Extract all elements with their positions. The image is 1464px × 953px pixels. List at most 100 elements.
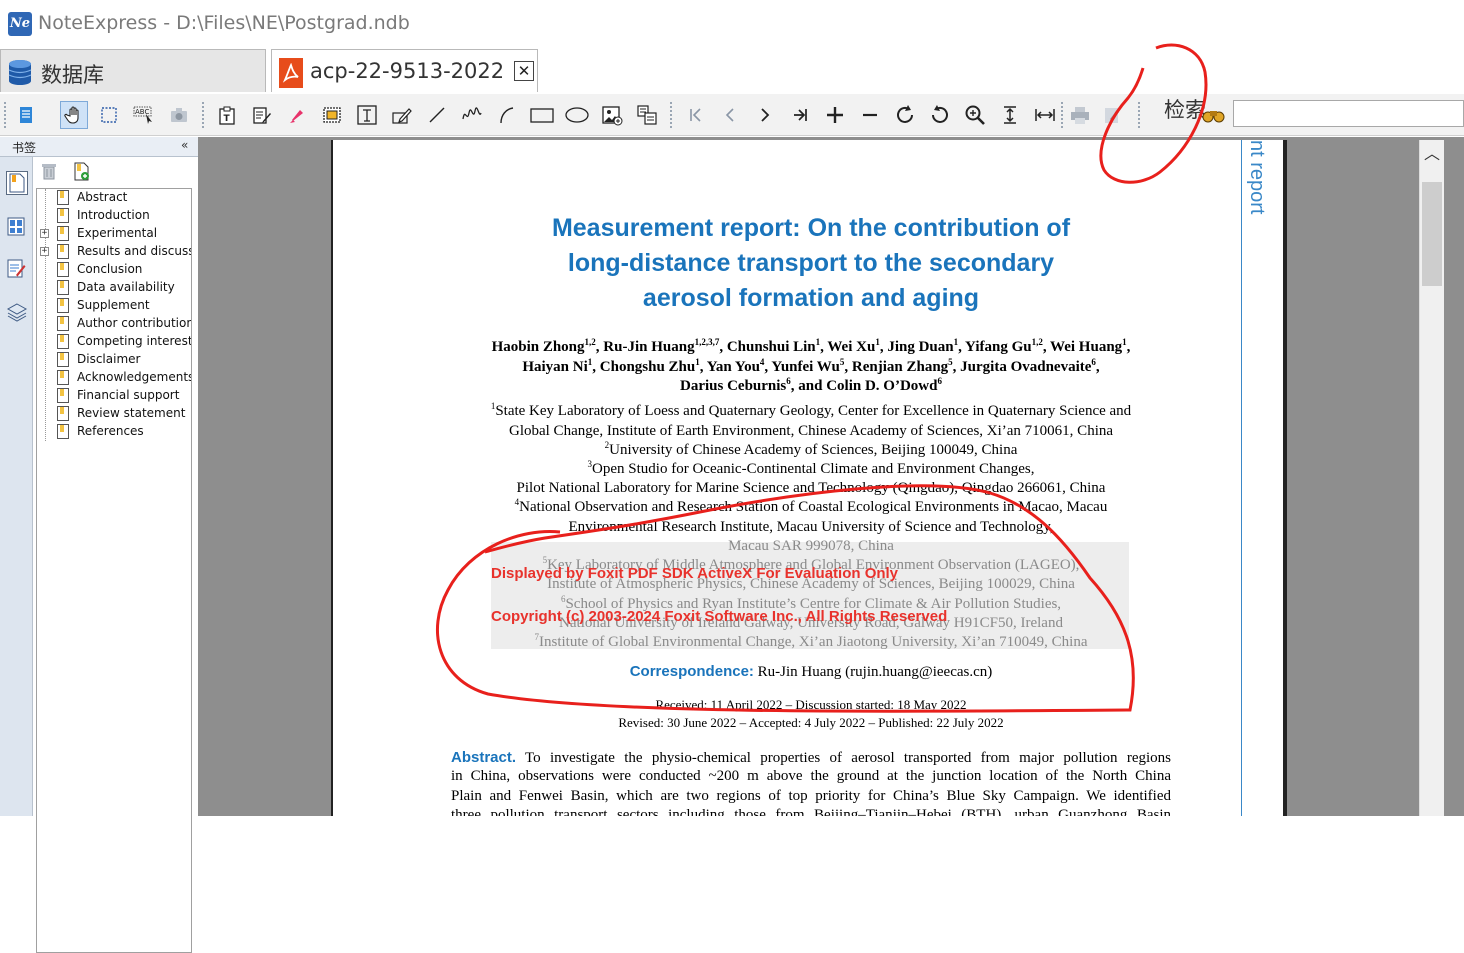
magnifier-icon[interactable]: [961, 101, 989, 129]
affiliation-line: 2University of Chinese Academy of Scienc…: [604, 440, 1018, 459]
bookmark-label: References: [77, 424, 144, 438]
select-area-icon[interactable]: [95, 101, 123, 129]
tab-bar: 数据库 acp-22-9513-2022 ✕: [0, 47, 1464, 94]
zoom-out-icon[interactable]: [856, 101, 884, 129]
rotate-clockwise-icon[interactable]: [891, 101, 919, 129]
ellipse-tool-icon[interactable]: [563, 101, 591, 129]
abstract-label: Abstract.: [451, 749, 517, 766]
bookmark-item[interactable]: Introduction: [37, 207, 191, 225]
paper-title-line: long-distance transport to the secondary: [567, 249, 1055, 277]
annotation-view-icon[interactable]: [6, 257, 28, 281]
line-tool-icon[interactable]: [423, 101, 451, 129]
expand-icon[interactable]: +: [40, 229, 49, 238]
affiliation-line: 1State Key Laboratory of Loess and Quate…: [490, 401, 1132, 420]
fit-height-icon[interactable]: [996, 101, 1024, 129]
scroll-thumb[interactable]: [1422, 182, 1442, 286]
rectangle-tool-icon[interactable]: [528, 101, 556, 129]
tab-pdf-label: acp-22-9513-2022: [310, 59, 505, 83]
bookmark-panel-header: 书签 «: [0, 137, 198, 157]
correspondence-label: Correspondence:: [629, 663, 754, 680]
abstract-line: in China, observations were conducted ~2…: [451, 768, 1171, 784]
snapshot-icon[interactable]: [165, 101, 193, 129]
tab-pdf-document[interactable]: acp-22-9513-2022 ✕: [271, 49, 538, 92]
side-navigation-rail: [0, 157, 33, 816]
title-bar: Ne NoteExpress - D:\Files\NE\Postgrad.nd…: [0, 0, 1464, 47]
fit-width-icon[interactable]: [1031, 101, 1059, 129]
note-edit-icon[interactable]: [248, 101, 276, 129]
bookmark-icon: [57, 262, 69, 277]
bookmark-icon: [57, 190, 69, 205]
bookmark-item[interactable]: Financial support: [37, 387, 191, 405]
bookmark-icon: [57, 208, 69, 223]
clipboard-icon[interactable]: T: [213, 101, 241, 129]
hand-tool-icon[interactable]: [60, 101, 88, 129]
abstract-text: To investigate the physio-chemical prope…: [525, 750, 1171, 766]
close-icon[interactable]: ✕: [514, 61, 534, 81]
first-page-icon[interactable]: [681, 101, 709, 129]
bookmark-icon: [57, 352, 69, 367]
bookmark-item[interactable]: Abstract: [37, 189, 191, 207]
last-page-icon[interactable]: [786, 101, 814, 129]
image-stamp-icon[interactable]: [318, 101, 346, 129]
bookmark-label: Conclusion: [77, 262, 143, 276]
next-page-icon[interactable]: [751, 101, 779, 129]
affiliation-line: 7Institute of Global Environmental Chang…: [534, 632, 1088, 651]
scroll-up-icon[interactable]: ︿: [1420, 140, 1444, 168]
expand-icon[interactable]: +: [40, 247, 49, 256]
bookmark-icon: [57, 406, 69, 421]
arc-tool-icon[interactable]: [493, 101, 521, 129]
search-input[interactable]: [1233, 100, 1464, 127]
print-icon[interactable]: [1066, 101, 1094, 129]
noteexpress-logo-icon: Ne: [8, 12, 32, 36]
tab-database[interactable]: 数据库: [0, 49, 266, 92]
abstract-line: three pollution transport sectors includ…: [451, 807, 1171, 816]
bookmark-label: Author contributions: [77, 316, 192, 330]
window-title: NoteExpress - D:\Files\NE\Postgrad.ndb: [38, 12, 410, 34]
bookmark-item[interactable]: Data availability: [37, 279, 191, 297]
bookmark-item[interactable]: + Experimental: [37, 225, 191, 243]
svg-text:T: T: [224, 114, 231, 124]
revised-date: Revised: 30 June 2022 – Accepted: 4 July…: [618, 715, 1004, 730]
bookmark-panel-title: 书签: [12, 141, 37, 155]
pen-annotation-icon[interactable]: [1098, 101, 1126, 129]
affiliation-line: Global Change, Institute of Earth Enviro…: [508, 423, 1114, 439]
adjacent-page-text: nt report: [1246, 140, 1268, 215]
bookmark-item[interactable]: + Results and discussion: [37, 243, 191, 261]
freehand-icon[interactable]: [458, 101, 486, 129]
add-bookmark-icon[interactable]: [70, 160, 92, 182]
bookmark-item[interactable]: Conclusion: [37, 261, 191, 279]
insert-image-icon[interactable]: [598, 101, 626, 129]
layers-view-icon[interactable]: [6, 301, 28, 325]
binoculars-icon[interactable]: [1200, 101, 1228, 129]
textbox-icon[interactable]: [353, 101, 381, 129]
paper-title-line: aerosol formation and aging: [642, 284, 980, 312]
attachment-icon[interactable]: [633, 101, 661, 129]
bookmark-item[interactable]: Competing interests: [37, 333, 191, 351]
bookmark-view-icon[interactable]: [6, 171, 28, 195]
bookmark-icon: [57, 388, 69, 403]
bookmark-item[interactable]: Disclaimer: [37, 351, 191, 369]
bookmark-label: Acknowledgements: [77, 370, 192, 384]
bookmark-item[interactable]: Acknowledgements: [37, 369, 192, 387]
bookmark-item[interactable]: Author contributions: [37, 315, 192, 333]
bookmark-label: Data availability: [77, 280, 175, 294]
toolbar-separator: [670, 102, 674, 128]
thumbnail-view-icon[interactable]: [6, 215, 28, 239]
bookmark-item[interactable]: Supplement: [37, 297, 191, 315]
page-view-icon[interactable]: [12, 101, 40, 129]
delete-bookmark-icon[interactable]: [38, 160, 60, 182]
collapse-panel-icon[interactable]: «: [181, 138, 188, 152]
highlighter-icon[interactable]: [283, 101, 311, 129]
bookmark-item[interactable]: Review statement: [37, 405, 191, 423]
vertical-scrollbar[interactable]: ︿: [1419, 140, 1444, 816]
affiliation-line: 3Open Studio for Oceanic-Continental Cli…: [587, 459, 1035, 478]
bookmark-item[interactable]: References: [37, 423, 191, 441]
pencil-icon[interactable]: [388, 101, 416, 129]
select-text-icon[interactable]: ABC: [130, 101, 158, 129]
rotate-counterclockwise-icon[interactable]: [926, 101, 954, 129]
author-line: Darius Ceburnis6, and Colin D. O’Dowd6: [680, 376, 942, 395]
zoom-in-icon[interactable]: [821, 101, 849, 129]
bookmark-label: Abstract: [77, 190, 128, 204]
toolbar-grip: [4, 102, 8, 128]
previous-page-icon[interactable]: [716, 101, 744, 129]
